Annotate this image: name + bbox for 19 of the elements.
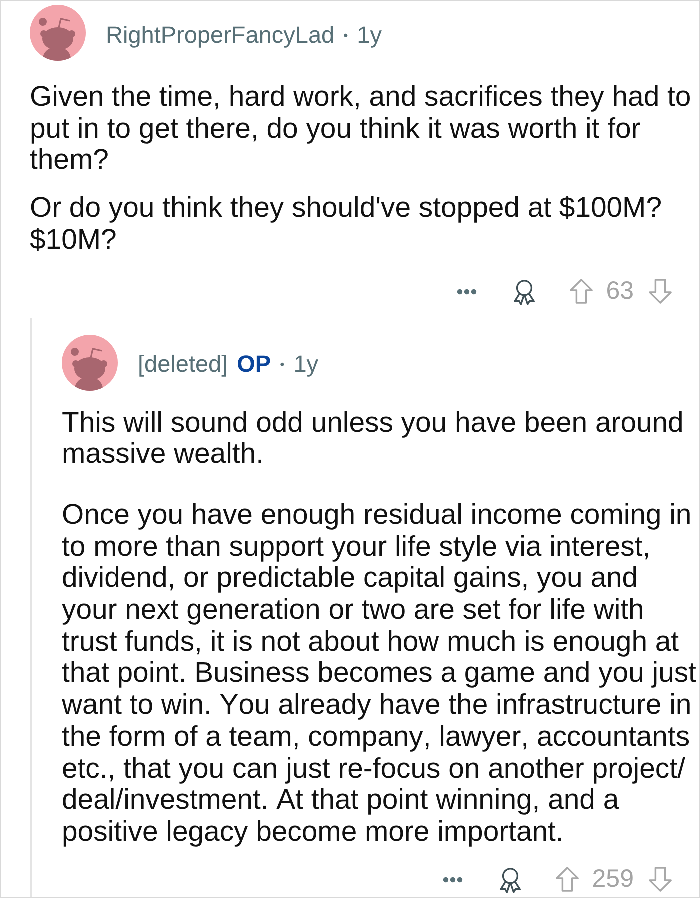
avatar-icon bbox=[30, 5, 86, 61]
comment-paragraph: Given the time, hard work, and sacrifices they had to put in to get there, do you think it was worth it for them? bbox=[30, 82, 692, 178]
award-icon[interactable] bbox=[498, 866, 524, 894]
more-options-icon[interactable] bbox=[456, 288, 478, 296]
award-icon[interactable] bbox=[512, 278, 538, 306]
comment-age: 1y bbox=[294, 350, 319, 380]
more-options-icon[interactable] bbox=[442, 876, 464, 884]
vote-count: 63 bbox=[606, 276, 634, 307]
comment-age: 1y bbox=[357, 20, 382, 50]
username[interactable]: RightProperFancyLad bbox=[106, 18, 335, 54]
username[interactable]: [deleted] bbox=[138, 347, 228, 383]
vote-count: 259 bbox=[592, 864, 634, 895]
separator-dot: • bbox=[280, 356, 285, 374]
comment-paragraph: Or do you think they should've stopped at $100M? $10M? bbox=[30, 193, 663, 257]
comment-paragraph: This will sound odd unless you have been around massive wealth. bbox=[62, 408, 685, 471]
op-flair: OP bbox=[237, 350, 272, 380]
separator-dot: • bbox=[344, 26, 348, 45]
comment-paragraph: Once you have enough residual income coming in to more than support your life style via interest, dividend, or predictable capital gains, you and your next generation or two are set for life with trust funds, it is not about how much is enough at that point. Business becomes a game and you just want to win. You already have the infrastructure in the form of a team, company, lawyer, accountants etc., that you can just re-focus on another project/ deal/investment. At that point winning, and a positive legacy become more important. bbox=[62, 500, 698, 849]
avatar-icon bbox=[62, 334, 118, 391]
